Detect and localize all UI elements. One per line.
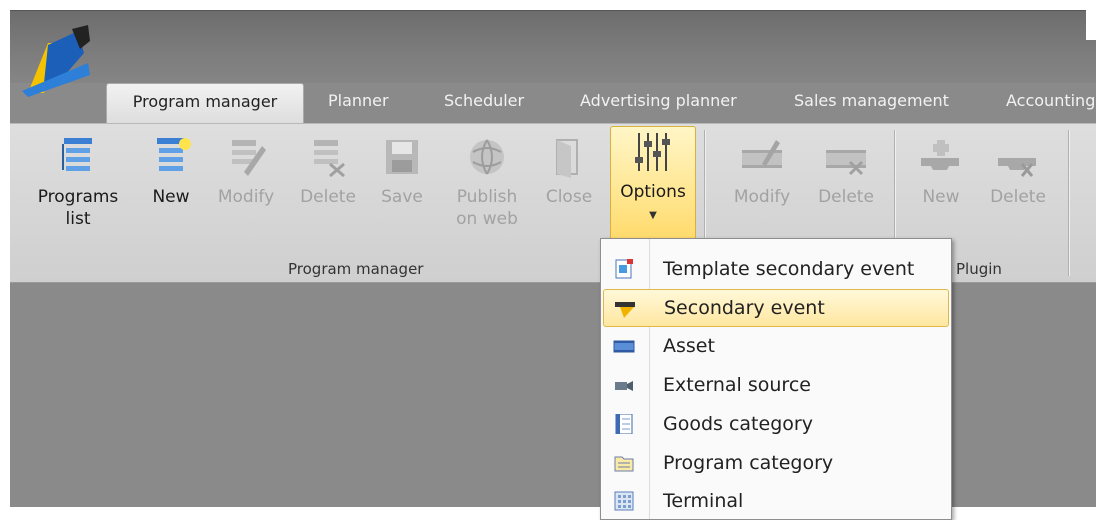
menu-item-label: External source — [663, 374, 811, 396]
button-label: Close — [545, 187, 593, 207]
button-label: Modify — [217, 187, 275, 207]
group-label-plugin: Plugin — [956, 260, 1002, 278]
button-label: Delete — [990, 187, 1046, 207]
ribbon-tabs: Program manager Planner Scheduler Advert… — [10, 83, 1096, 126]
menu-item-label: Terminal — [663, 490, 744, 512]
secondary-event-icon — [615, 302, 635, 318]
button-label: Programs — [37, 187, 119, 207]
plugin-delete-button[interactable]: Delete — [982, 132, 1054, 250]
delete-event-button[interactable]: Delete — [810, 132, 882, 250]
delete-program-button[interactable]: Delete — [292, 132, 364, 250]
button-label: Delete — [818, 187, 874, 207]
tab-program-manager[interactable]: Program manager — [106, 83, 304, 126]
menu-item-label: Template secondary event — [663, 258, 915, 280]
plugin-delete-icon — [998, 158, 1036, 177]
menu-item-asset[interactable]: Asset — [603, 328, 947, 364]
group-label-program-manager: Program manager — [288, 260, 424, 278]
menu-item-label: Asset — [663, 335, 715, 357]
tab-accounting[interactable]: Accounting — [1006, 83, 1095, 125]
list-icon — [615, 414, 633, 434]
modify-event-button[interactable]: Modify — [722, 132, 802, 250]
plugin-new-icon — [921, 140, 959, 170]
new-program-icon — [157, 138, 191, 171]
save-button[interactable]: Save — [374, 132, 430, 250]
menu-item-program-category[interactable]: Program category — [603, 445, 947, 481]
window-edge — [1086, 10, 1096, 40]
options-dropdown-menu: Template secondary event Secondary event… — [600, 238, 952, 520]
sliders-icon — [635, 133, 670, 171]
menu-item-label: Goods category — [663, 413, 813, 435]
globe-icon — [470, 139, 504, 175]
button-label: New — [152, 187, 190, 207]
camera-icon — [615, 381, 633, 391]
tab-planner[interactable]: Planner — [328, 83, 389, 125]
asset-icon — [613, 340, 635, 353]
plugin-new-button[interactable]: New — [910, 132, 972, 250]
button-label: Modify — [733, 187, 791, 207]
chevron-down-icon: ▼ — [649, 210, 657, 221]
button-label: Options — [620, 182, 686, 202]
group-separator — [1068, 130, 1069, 276]
title-bar — [10, 11, 1096, 97]
options-button[interactable]: Options ▼ — [610, 126, 696, 248]
film-modify-icon — [742, 140, 782, 168]
menu-item-secondary-event[interactable]: Secondary event — [603, 289, 949, 327]
menu-item-template-secondary-event[interactable]: Template secondary event — [603, 251, 947, 287]
tab-advertising-planner[interactable]: Advertising planner — [580, 83, 737, 125]
save-icon — [386, 140, 418, 174]
programs-list-icon — [62, 138, 92, 171]
button-label: Delete — [300, 187, 356, 207]
close-icon — [556, 139, 578, 178]
button-label: New — [922, 187, 960, 207]
publish-on-web-button[interactable]: Publish on web — [446, 132, 528, 250]
button-label: on web — [456, 209, 518, 229]
button-label: Save — [381, 187, 423, 207]
tab-sales-management[interactable]: Sales management — [794, 83, 949, 125]
menu-item-terminal[interactable]: Terminal — [603, 483, 947, 519]
button-label: Publish — [456, 187, 518, 207]
delete-icon — [314, 140, 345, 178]
menu-item-label: Secondary event — [664, 297, 825, 319]
menu-item-goods-category[interactable]: Goods category — [603, 406, 947, 442]
menu-item-label: Program category — [663, 452, 834, 474]
template-icon — [615, 259, 633, 279]
new-program-button[interactable]: New — [140, 132, 202, 250]
folder-icon — [614, 456, 634, 472]
tab-scheduler[interactable]: Scheduler — [444, 83, 524, 125]
terminal-icon — [614, 491, 634, 511]
menu-item-external-source[interactable]: External source — [603, 367, 947, 403]
close-button[interactable]: Close — [538, 132, 600, 250]
modify-icon — [232, 140, 266, 176]
film-delete-icon — [826, 150, 866, 176]
modify-program-button[interactable]: Modify — [210, 132, 282, 250]
programs-list-button[interactable]: Programs list — [28, 132, 128, 250]
button-label: list — [65, 209, 91, 229]
